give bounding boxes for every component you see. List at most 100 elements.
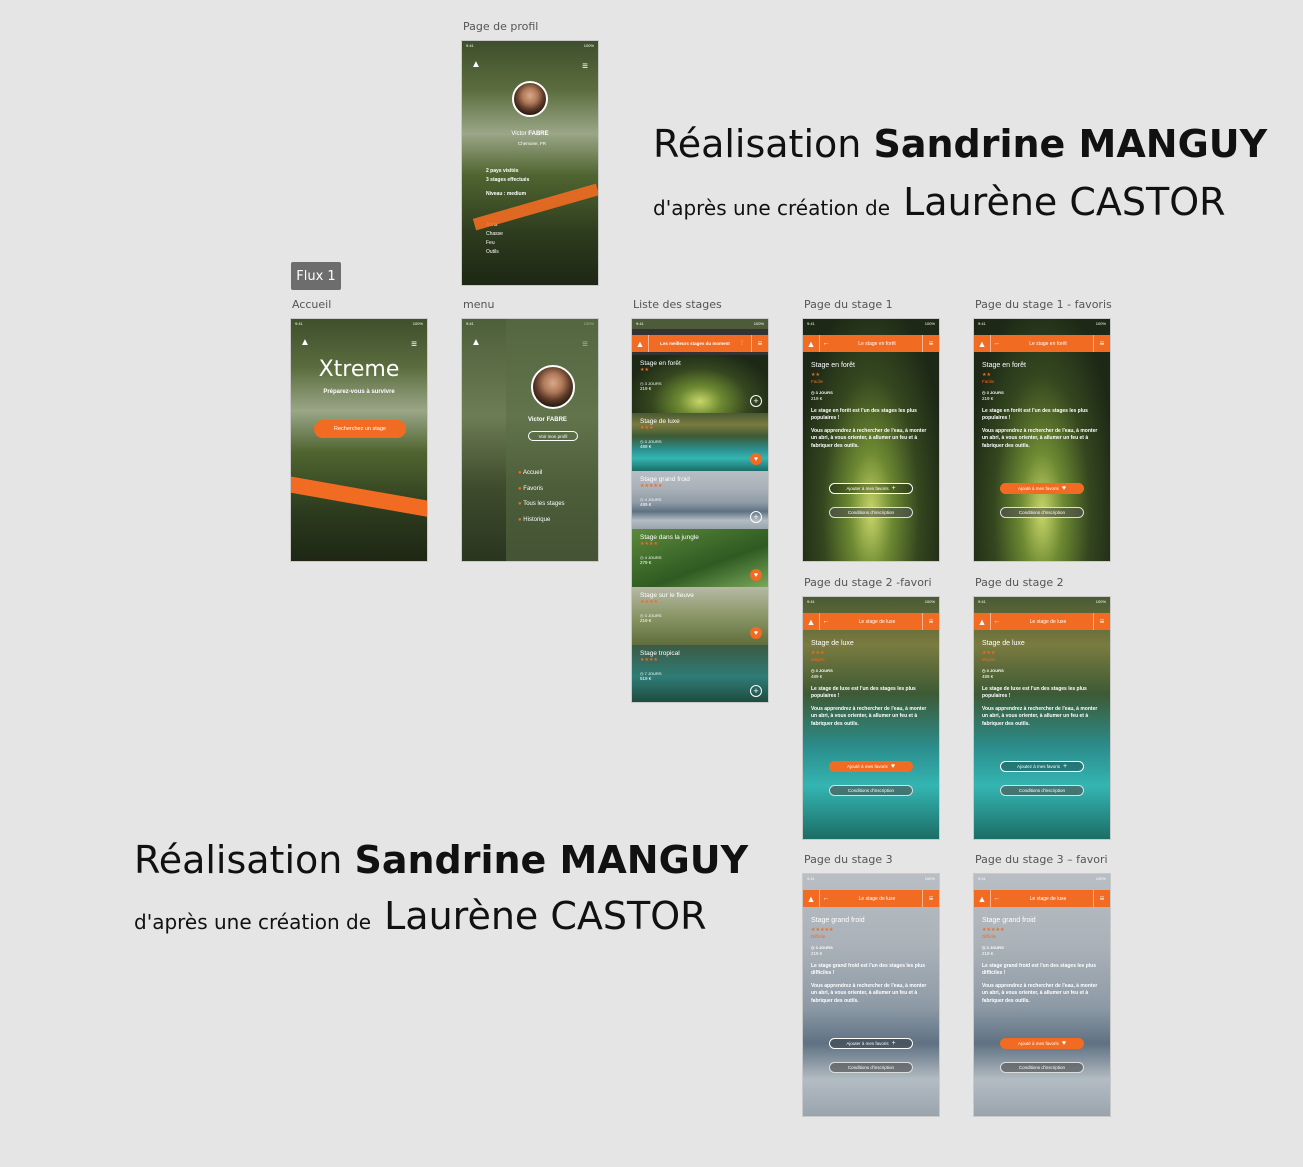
hamburger-menu-icon[interactable]: ≡: [411, 339, 417, 350]
profile-name: Victor FABRE: [511, 131, 549, 137]
credit-top-designer: Laurène CASTOR: [903, 180, 1226, 224]
frame-label: Page du stage 2: [975, 576, 1064, 589]
list-item[interactable]: Stage tropical ★★★★ ◷ 7 JOURS 519 € +: [632, 645, 768, 702]
favorite-button[interactable]: Ajoutez à mes favoris +: [1000, 761, 1084, 772]
frame-stage1-fav: Page du stage 1 - favoris 9:41 100% ▲ ← L…: [973, 298, 1113, 568]
conditions-button[interactable]: Conditions d'inscription: [1000, 785, 1084, 796]
phone-screen: 9:41 100% ▲ ≡ Victor FABRE ● Chemone, FR …: [461, 40, 599, 286]
frame-label: menu: [463, 298, 495, 311]
list-item[interactable]: Stage sur le fleuve ★★★★ ◷ 3 JOURS 219 € …: [632, 587, 768, 645]
add-favorite-icon[interactable]: +: [750, 395, 762, 407]
tree-logo-icon[interactable]: ▲: [803, 890, 820, 907]
frame-label: Page du stage 1 - favoris: [975, 298, 1112, 311]
phone-screen: 9:41 100% ▲ ← Le stage de luxe ≡ Stage de…: [802, 596, 940, 840]
list-item[interactable]: Stage grand froid ★★★★★ ◷ 4 JOURS 489 € +: [632, 471, 768, 529]
stage-header-bar: ▲ ← Le stage en forêt ≡: [803, 335, 939, 352]
clock-icon: ◷: [982, 667, 986, 673]
stage-content: Stage de luxe ★★★ Moyen ◷ 3 JOURS 489 € …: [982, 639, 1104, 728]
stage-header-title: Le stage de luxe: [1029, 895, 1067, 902]
tree-logo-icon[interactable]: ▲: [803, 613, 820, 630]
frame-stage3-fav: Page du stage 3 – favori 9:41 100% ▲ ← Le…: [973, 853, 1113, 1123]
back-arrow-icon[interactable]: ←: [820, 618, 832, 625]
favorite-button[interactable]: Ajouté à mes favoris ♥: [1000, 1038, 1084, 1049]
stage-header-bar: ▲ ← Le stage de luxe ≡: [803, 613, 939, 630]
menu-item-home[interactable]: ● Accueil: [518, 466, 565, 482]
stage-description: Vous apprendrez à rechercher de l'eau, à…: [982, 982, 1098, 1004]
hamburger-menu-icon[interactable]: ≡: [922, 890, 939, 907]
search-stage-button[interactable]: Recherchez un stage: [314, 420, 406, 438]
tree-logo-icon[interactable]: ▲: [300, 337, 310, 348]
menu-item-all-stages[interactable]: ● Tous les stages: [518, 497, 565, 513]
stage-intro: Le stage grand froid est l'un des stages…: [982, 962, 1096, 977]
favorite-icon: +: [891, 1040, 896, 1047]
conditions-button[interactable]: Conditions d'inscription: [829, 785, 913, 796]
credit-bottom-line1: Réalisation Sandrine MANGUY: [134, 838, 748, 882]
menu-item-favorites[interactable]: ● Favoris: [518, 482, 565, 498]
conditions-button[interactable]: Conditions d'inscription: [829, 507, 913, 518]
stage-price: 219 €: [982, 395, 994, 401]
heart-icon[interactable]: ♥: [750, 569, 762, 581]
hamburger-menu-icon[interactable]: ≡: [922, 335, 939, 352]
stage-difficulty: Moyen: [811, 657, 825, 662]
stage-price: 489 €: [811, 673, 823, 679]
hamburger-menu-icon[interactable]: ≡: [1093, 613, 1110, 630]
stage-header-title: Le stage de luxe: [858, 895, 896, 902]
back-arrow-icon[interactable]: ←: [991, 340, 1003, 347]
hamburger-menu-icon[interactable]: ≡: [751, 335, 768, 352]
credit-top-prefix: Réalisation: [653, 122, 862, 166]
filter-icon[interactable]: ⫶: [741, 340, 751, 348]
favorite-button[interactable]: Ajouter à mes favoris +: [829, 483, 913, 494]
stage-rating: ★★★: [811, 649, 825, 656]
stage-price: 219 €: [811, 950, 823, 956]
flux-label[interactable]: Flux 1: [291, 262, 341, 290]
hamburger-menu-icon[interactable]: ≡: [582, 61, 588, 72]
back-arrow-icon[interactable]: ←: [991, 618, 1003, 625]
menu-user-name: Victor FABRE: [528, 417, 567, 423]
conditions-button[interactable]: Conditions d'inscription: [829, 1062, 913, 1073]
list-item[interactable]: Stage de luxe ★★★ ◷ 3 JOURS 489 € ♥: [632, 413, 768, 471]
pin-icon: ●: [514, 141, 517, 146]
hamburger-menu-icon[interactable]: ≡: [1093, 890, 1110, 907]
back-arrow-icon[interactable]: ←: [820, 895, 832, 902]
tree-logo-icon[interactable]: ▲: [471, 59, 481, 70]
menu-item-history[interactable]: ● Historique: [518, 513, 565, 529]
tree-logo-icon[interactable]: ▲: [974, 890, 991, 907]
favorite-button[interactable]: Ajouté à mes favoris ♥: [1000, 483, 1084, 494]
phone-screen: 9:41 100% ▲ ← Le stage en forêt ≡ Stage e…: [973, 318, 1111, 562]
tree-logo-icon[interactable]: ▲: [803, 335, 820, 352]
status-bar: 9:41100%: [632, 319, 768, 329]
list-header-title: Les meilleurs stages du moment: [660, 341, 730, 346]
tree-logo-icon[interactable]: ▲: [632, 335, 649, 352]
tree-logo-icon[interactable]: ▲: [471, 337, 481, 348]
back-arrow-icon[interactable]: ←: [991, 895, 1003, 902]
tree-logo-icon[interactable]: ▲: [974, 335, 991, 352]
stage-intro: Le stage de luxe est l'un des stages les…: [811, 685, 916, 700]
hamburger-menu-icon[interactable]: ≡: [1093, 335, 1110, 352]
credit-top-line1: Réalisation Sandrine MANGUY: [653, 122, 1267, 166]
stage-difficulty: Facile: [982, 379, 995, 384]
back-arrow-icon[interactable]: ←: [820, 340, 832, 347]
status-bar: 9:41100%: [978, 321, 1106, 326]
add-favorite-icon[interactable]: +: [750, 511, 762, 523]
heart-icon[interactable]: ♥: [750, 627, 762, 639]
favorite-icon: ♥: [1061, 1040, 1066, 1047]
clock-icon: ◷: [811, 389, 815, 395]
conditions-button[interactable]: Conditions d'inscription: [1000, 1062, 1084, 1073]
conditions-button[interactable]: Conditions d'inscription: [1000, 507, 1084, 518]
heart-icon[interactable]: ♥: [750, 453, 762, 465]
phone-screen: 9:41 100% ▲ ← Le stage de luxe ≡ Stage gr…: [802, 873, 940, 1117]
tree-logo-icon[interactable]: ▲: [974, 613, 991, 630]
clock-icon: ◷: [811, 944, 815, 950]
stage-difficulty: Difficile: [811, 934, 826, 939]
favorite-button[interactable]: Ajouté à mes favoris ♥: [829, 761, 913, 772]
list-item[interactable]: Stage dans la jungle ★★★★ ◷ 4 JOURS 279 €…: [632, 529, 768, 587]
stage-header-title: Le stage de luxe: [858, 618, 896, 625]
list-item[interactable]: Stage en forêt ★★ ◷ 3 JOURS 219 € +: [632, 355, 768, 413]
view-profile-button[interactable]: Voir mon profil: [528, 431, 578, 441]
add-favorite-icon[interactable]: +: [750, 685, 762, 697]
frame-label: Accueil: [292, 298, 332, 311]
hamburger-menu-icon[interactable]: ≡: [922, 613, 939, 630]
frame-label: Page du stage 3: [804, 853, 893, 866]
stage-description: Vous apprendrez à rechercher de l'eau, à…: [982, 705, 1098, 727]
favorite-button[interactable]: Ajouter à mes favoris +: [829, 1038, 913, 1049]
